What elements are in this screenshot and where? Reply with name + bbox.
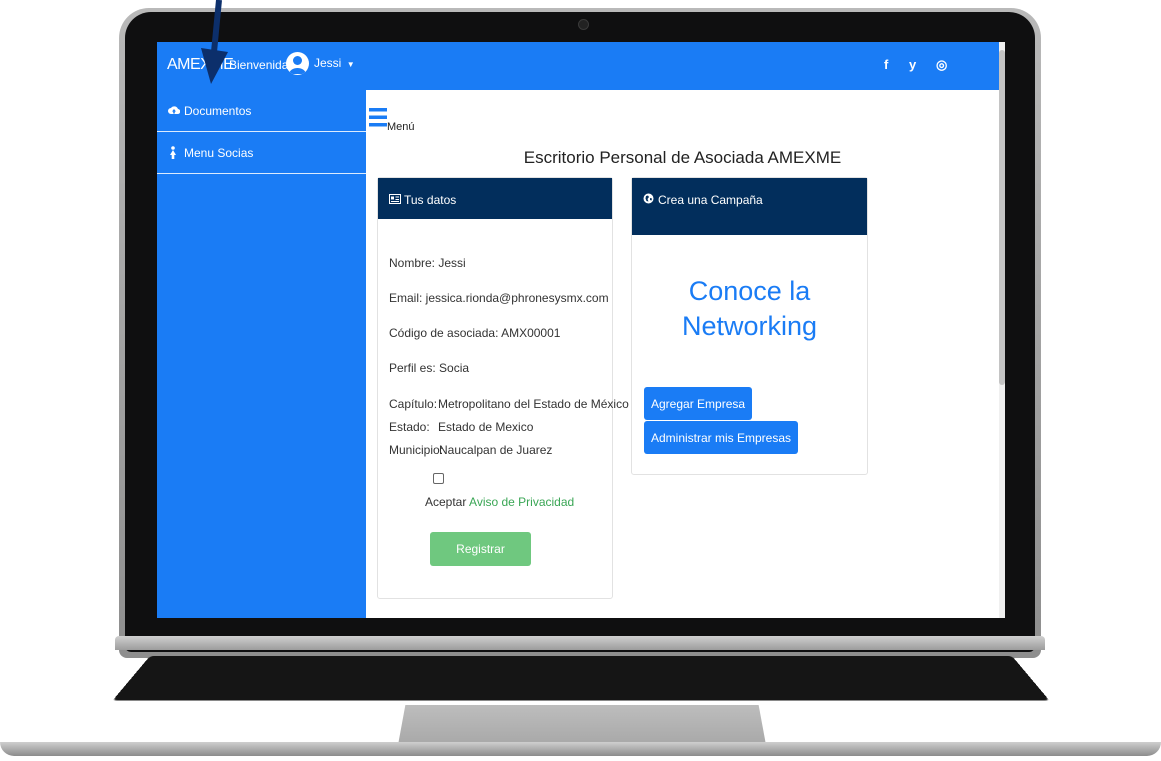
sidebar: Documentos Menu Socias: [157, 90, 366, 618]
keyboard: [112, 656, 1050, 701]
globe-icon: [643, 193, 654, 207]
page-title: Escritorio Personal de Asociada AMEXME: [523, 148, 842, 167]
avatar[interactable]: [286, 52, 309, 75]
municipality-label: Municipio:: [389, 443, 444, 457]
trackpad: [398, 705, 766, 745]
networking-promo: Conoce la Networking: [632, 274, 867, 344]
user-dropdown[interactable]: Jessi ▼: [314, 56, 355, 70]
add-company-button[interactable]: Agregar Empresa: [644, 387, 753, 420]
user-name: Jessi: [314, 56, 342, 70]
top-navbar: AMEXME Bienvenida: Jessi ▼ f y ◎: [157, 42, 999, 90]
promo-line: Conoce la: [688, 276, 811, 306]
scrollbar-thumb[interactable]: [999, 50, 1005, 385]
hamburger-menu-icon[interactable]: [369, 108, 387, 132]
twitter-icon[interactable]: y: [909, 57, 916, 72]
menu-label[interactable]: Menú: [387, 121, 415, 133]
member-code-field: Código de asociada: AMX00001: [389, 326, 561, 340]
browser-screen: AMEXME Bienvenida: Jessi ▼ f y ◎ Documen…: [157, 42, 1005, 618]
personal-data-card-header: Tus datos: [378, 178, 612, 219]
sidebar-item-menu-socias[interactable]: Menu Socias: [157, 132, 366, 174]
webcam-icon: [578, 19, 589, 30]
card-title: Crea una Campaña: [658, 193, 763, 207]
id-card-icon: [389, 193, 401, 207]
municipality-value: Naucalpan de Juarez: [439, 443, 553, 457]
annotation-arrow-icon: [201, 0, 228, 84]
register-button[interactable]: Registrar: [430, 532, 531, 566]
campaign-card: Crea una Campaña Conoce la Networking Ag…: [631, 177, 868, 475]
sidebar-item-label: Menu Socias: [184, 146, 254, 160]
manage-companies-button[interactable]: Administrar mis Empresas: [644, 421, 799, 454]
chapter-value: Metropolitano del Estado de México: [438, 397, 629, 411]
user-avatar-icon: [289, 56, 306, 74]
campaign-card-header: Crea una Campaña: [632, 178, 867, 235]
accept-privacy-text: Aceptar Aviso de Privacidad: [425, 495, 574, 509]
email-field: Email: jessica.rionda@phronesysmx.com: [389, 291, 609, 305]
laptop-hinge: [115, 636, 1045, 650]
privacy-notice-link[interactable]: Aviso de Privacidad: [469, 495, 574, 509]
state-label: Estado:: [389, 420, 430, 434]
laptop-front-edge: [0, 742, 1161, 756]
female-user-icon: [168, 146, 178, 162]
promo-line: Networking: [681, 311, 818, 341]
name-field: Nombre: Jessi: [389, 256, 466, 270]
instagram-icon[interactable]: ◎: [936, 57, 947, 73]
privacy-checkbox[interactable]: [433, 473, 444, 484]
accept-label: Aceptar: [425, 495, 467, 509]
caret-down-icon: ▼: [346, 60, 355, 69]
card-title: Tus datos: [404, 193, 457, 207]
state-value: Estado de Mexico: [438, 420, 534, 434]
personal-data-card: Tus datos Nombre: Jessi Email: jessica.r…: [377, 177, 629, 599]
profile-field: Perfil es: Socia: [389, 361, 470, 375]
chapter-label: Capítulo:: [389, 397, 438, 411]
main-content: Menú Escritorio Personal de Asociada AME…: [366, 90, 999, 618]
facebook-icon[interactable]: f: [884, 57, 888, 72]
